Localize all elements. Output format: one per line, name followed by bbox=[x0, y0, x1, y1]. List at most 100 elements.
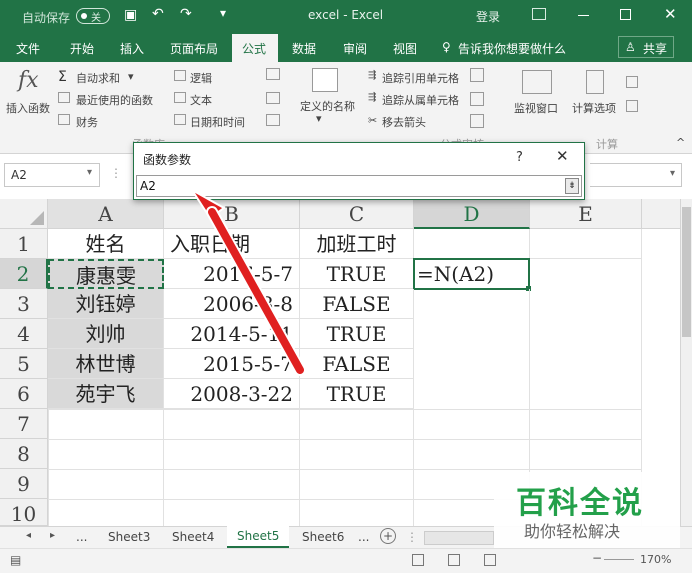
save-icon[interactable]: ▣ bbox=[124, 7, 137, 23]
recent-functions-button[interactable]: 最近使用的函数 bbox=[76, 92, 153, 108]
column-header-a[interactable]: A bbox=[48, 199, 164, 229]
autosum-button[interactable]: 自动求和 bbox=[76, 70, 120, 86]
vertical-scroll-thumb[interactable] bbox=[682, 207, 691, 337]
dialog-close-icon[interactable]: ✕ bbox=[556, 147, 569, 165]
trace-dependents-button[interactable]: 追踪从属单元格 bbox=[382, 92, 459, 108]
defined-names-button[interactable]: 定义的名称 bbox=[300, 98, 355, 114]
cell-c1[interactable]: 加班工时 bbox=[300, 229, 414, 259]
maximize-icon[interactable] bbox=[620, 9, 631, 20]
sheet-tab-sheet3[interactable]: Sheet3 bbox=[108, 530, 150, 544]
cell-b6[interactable]: 2008-3-22 bbox=[164, 379, 300, 409]
column-header-e[interactable]: E bbox=[530, 199, 642, 229]
column-header-f[interactable] bbox=[642, 199, 680, 229]
cell-a3[interactable]: 刘钰婷 bbox=[48, 289, 164, 319]
cell-a5[interactable]: 林世博 bbox=[48, 349, 164, 379]
normal-view-icon[interactable] bbox=[412, 554, 424, 566]
cell-a2[interactable]: 康惠雯 bbox=[48, 259, 164, 289]
calc-options-button[interactable]: 计算选项 bbox=[572, 100, 616, 116]
horizontal-scrollbar[interactable] bbox=[424, 531, 494, 545]
cell-c3[interactable]: FALSE bbox=[300, 289, 414, 319]
column-header-d[interactable]: D bbox=[414, 199, 530, 229]
row-header-10[interactable]: 10 bbox=[0, 499, 48, 526]
remove-arrows-button[interactable]: 移去箭头 bbox=[382, 114, 426, 130]
customize-qat-icon[interactable]: ▾ bbox=[220, 6, 226, 20]
row-header-9[interactable]: 9 bbox=[0, 469, 48, 499]
sheet-tab-active[interactable]: Sheet5 bbox=[227, 526, 289, 548]
sheet-tab-more-right[interactable]: ... bbox=[358, 530, 369, 544]
next-sheet-icon[interactable]: ▸ bbox=[50, 530, 55, 541]
insert-function-button[interactable]: 插入函数 bbox=[6, 100, 50, 116]
math-icon[interactable] bbox=[266, 92, 280, 104]
name-box[interactable]: A2 ▾ bbox=[4, 163, 100, 187]
collapse-ribbon-icon[interactable]: ^ bbox=[676, 136, 685, 149]
zoom-level[interactable]: 170% bbox=[640, 553, 671, 566]
cell-c6[interactable]: TRUE bbox=[300, 379, 414, 409]
tab-home[interactable]: 开始 bbox=[70, 40, 94, 57]
autosum-dropdown-icon[interactable]: ▾ bbox=[128, 70, 134, 83]
name-box-dropdown-icon[interactable]: ▾ bbox=[87, 167, 92, 178]
autosave-toggle[interactable]: 关 bbox=[76, 8, 110, 24]
tab-splitter[interactable]: ⋮ bbox=[406, 530, 418, 544]
tab-view[interactable]: 视图 bbox=[393, 40, 417, 57]
zoom-slider[interactable] bbox=[604, 559, 634, 560]
ribbon-display-icon[interactable] bbox=[532, 8, 546, 20]
sheet-tab-sheet4[interactable]: Sheet4 bbox=[172, 530, 214, 544]
cell-a4[interactable]: 刘帅 bbox=[48, 319, 164, 349]
formula-input[interactable]: ▾ bbox=[590, 163, 682, 187]
finance-button[interactable]: 财务 bbox=[76, 114, 98, 130]
macro-record-icon[interactable]: ▤ bbox=[10, 553, 21, 567]
cell-d1[interactable] bbox=[414, 229, 530, 259]
row-header-1[interactable]: 1 bbox=[0, 229, 48, 259]
tab-formulas[interactable]: 公式 bbox=[242, 40, 266, 57]
error-check-icon[interactable] bbox=[470, 92, 484, 106]
vertical-scrollbar[interactable] bbox=[680, 199, 692, 526]
expand-formula-icon[interactable]: ▾ bbox=[670, 168, 675, 179]
defined-names-dropdown-icon[interactable]: ▾ bbox=[316, 112, 322, 125]
cell-a6[interactable]: 苑宇飞 bbox=[48, 379, 164, 409]
calc-now-icon[interactable] bbox=[626, 76, 638, 88]
sheet-tab-more-left[interactable]: ... bbox=[76, 530, 87, 544]
login-link[interactable]: 登录 bbox=[476, 8, 500, 25]
calc-sheet-icon[interactable] bbox=[626, 100, 638, 112]
page-break-view-icon[interactable] bbox=[484, 554, 496, 566]
redo-icon[interactable]: ↷ bbox=[180, 6, 192, 22]
logic-button[interactable]: 逻辑 bbox=[190, 70, 212, 86]
datetime-button[interactable]: 日期和时间 bbox=[190, 114, 245, 130]
sheet-tab-sheet5[interactable]: Sheet5 bbox=[237, 529, 279, 543]
row-header-8[interactable]: 8 bbox=[0, 439, 48, 469]
page-layout-view-icon[interactable] bbox=[448, 554, 460, 566]
sheet-tab-sheet6[interactable]: Sheet6 bbox=[302, 530, 344, 544]
cell-c5[interactable]: FALSE bbox=[300, 349, 414, 379]
cell-d2-active[interactable]: =N(A2) bbox=[413, 258, 530, 290]
row-header-5[interactable]: 5 bbox=[0, 349, 48, 379]
row-header-7[interactable]: 7 bbox=[0, 409, 48, 439]
cell-e1[interactable] bbox=[530, 229, 642, 259]
undo-icon[interactable]: ↶ bbox=[152, 6, 164, 22]
column-header-c[interactable]: C bbox=[300, 199, 414, 229]
help-button[interactable]: ? bbox=[516, 150, 523, 165]
row-header-4[interactable]: 4 bbox=[0, 319, 48, 349]
cell-c2[interactable]: TRUE bbox=[300, 259, 414, 289]
lookup-icon[interactable] bbox=[266, 68, 280, 80]
row-header-2[interactable]: 2 bbox=[0, 259, 48, 289]
text-button[interactable]: 文本 bbox=[190, 92, 212, 108]
cell-a1[interactable]: 姓名 bbox=[48, 229, 164, 259]
expand-dialog-icon[interactable]: ⇟ bbox=[565, 178, 579, 194]
zoom-out-icon[interactable]: − bbox=[592, 551, 602, 565]
cell-c4[interactable]: TRUE bbox=[300, 319, 414, 349]
row-header-3[interactable]: 3 bbox=[0, 289, 48, 319]
show-formulas-icon[interactable] bbox=[470, 68, 484, 82]
more-functions-icon[interactable] bbox=[266, 114, 280, 126]
prev-sheet-icon[interactable]: ◂ bbox=[26, 530, 31, 541]
minimize-icon[interactable] bbox=[578, 15, 589, 16]
close-icon[interactable]: ✕ bbox=[664, 5, 677, 23]
trace-precedents-button[interactable]: 追踪引用单元格 bbox=[382, 70, 459, 86]
tab-data[interactable]: 数据 bbox=[292, 40, 316, 57]
tab-file[interactable]: 文件 bbox=[16, 40, 40, 57]
select-all-corner[interactable] bbox=[0, 199, 48, 229]
share-button[interactable]: ♙ 共享 bbox=[618, 36, 674, 58]
add-sheet-icon[interactable]: + bbox=[380, 528, 396, 544]
tab-page-layout[interactable]: 页面布局 bbox=[170, 40, 218, 57]
tell-me-search[interactable]: 告诉我你想要做什么 bbox=[458, 40, 566, 57]
evaluate-icon[interactable] bbox=[470, 114, 484, 128]
